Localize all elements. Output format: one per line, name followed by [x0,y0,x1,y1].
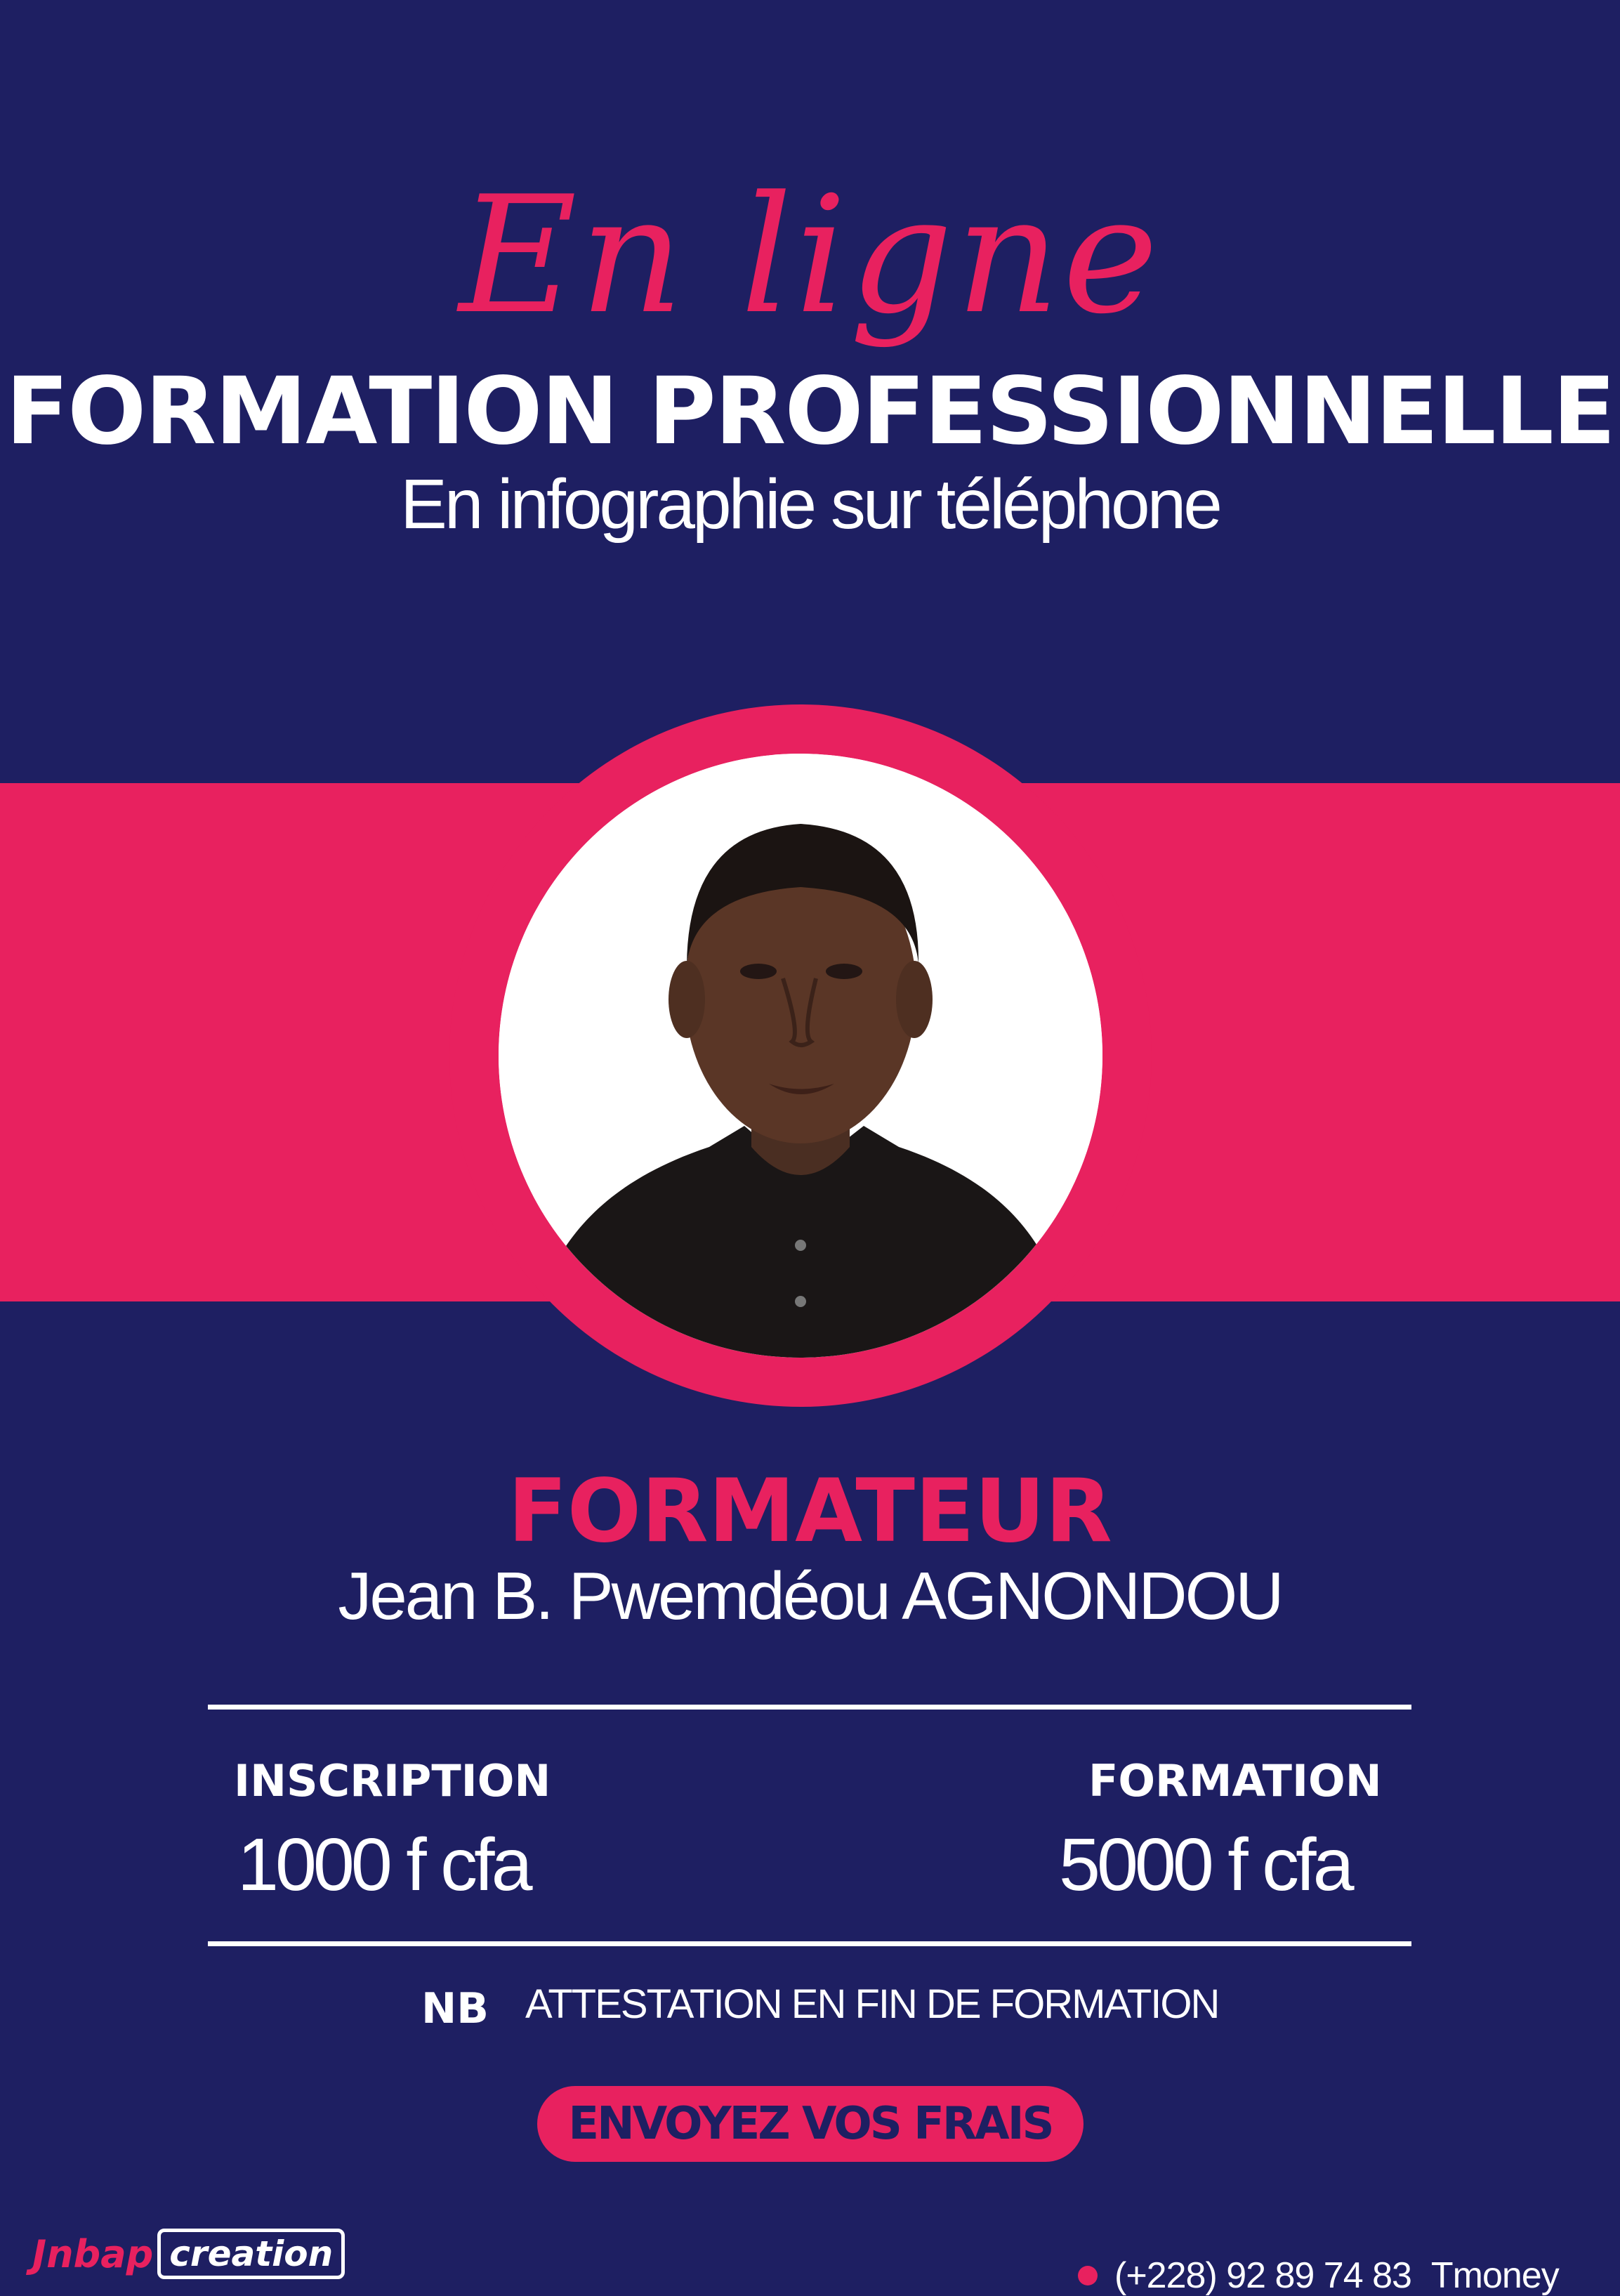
inscription-label: INSCRIPTION [234,1755,551,1806]
role-label: FORMATEUR [508,1461,1112,1562]
note-label: NB [421,1984,489,2033]
trainer-name: Jean B. Pwemdéou AGNONDOU [338,1559,1284,1634]
bullet-dot-icon [1078,2266,1098,2285]
logo-text-secondary: creation [157,2229,345,2279]
phone-number[interactable]: (+228) 92 89 74 83 [1114,2257,1412,2294]
payment-provider: Tmoney [1430,2255,1560,2296]
person-portrait-icon [499,754,1102,1358]
script-title: En ligne [459,162,1161,350]
formation-label: FORMATION [1088,1755,1382,1806]
inscription-price: 1000 f cfa [237,1823,533,1906]
note-text: ATTESTATION EN FIN DE FORMATION [525,1981,1220,2027]
formation-price: 5000 f cfa [1059,1823,1355,1906]
divider-top [208,1705,1411,1710]
contact-info: (+228) 92 89 74 83 Tmoney [1078,2255,1560,2296]
divider-bottom [208,1941,1411,1946]
trainer-photo [499,754,1102,1358]
send-fees-button[interactable]: ENVOYEZ VOS FRAIS [537,2086,1084,2162]
logo-text-primary: Jnbap [32,2231,154,2276]
main-title: FORMATION PROFESSIONNELLE [5,357,1616,466]
brand-logo: Jnbap creation [32,2229,345,2279]
subtitle: En infographie sur téléphone [400,465,1223,544]
flyer: En ligne FORMATION PROFESSIONNELLE En in… [0,0,1620,2296]
